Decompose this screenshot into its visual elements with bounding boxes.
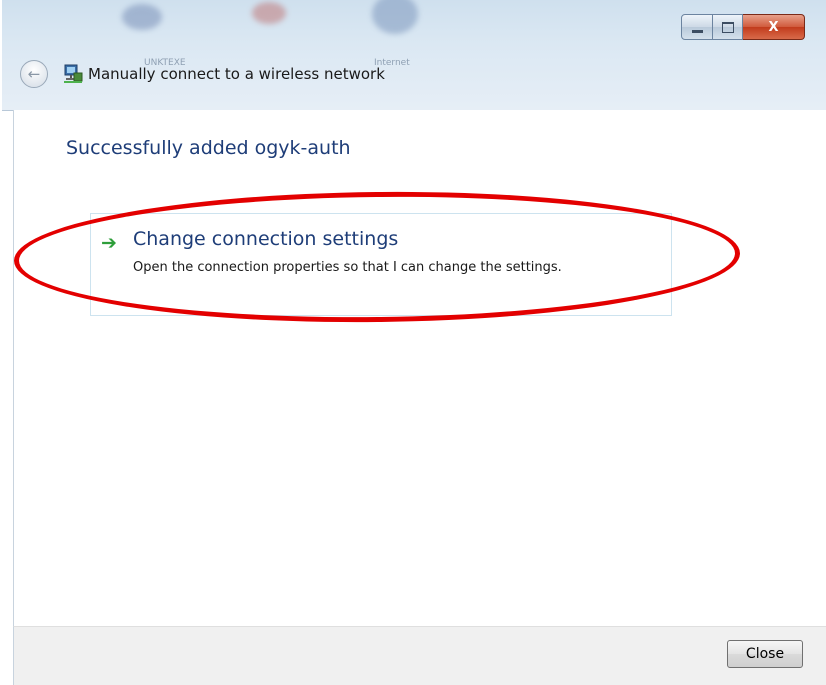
change-connection-settings-link[interactable]: ➔ Change connection settings Open the co… [90,213,672,316]
dialog-window: UNKTEXE Internet X ← Manually connect to… [2,0,826,685]
back-button[interactable]: ← [20,60,48,88]
option-description: Open the connection properties so that I… [133,260,562,275]
option-title: Change connection settings [133,228,399,250]
caption-buttons: X [681,14,805,40]
background-network-icon [122,4,162,30]
network-icon [64,64,83,83]
window-close-button[interactable]: X [743,14,805,40]
minimize-icon [691,29,703,33]
minimize-button[interactable] [681,14,713,40]
content-area: Successfully added ogyk-auth ➔ Change co… [13,110,826,626]
title-bar: UNKTEXE Internet X ← Manually connect to… [2,0,826,111]
background-globe-icon [372,0,418,34]
window-title: Manually connect to a wireless network [88,65,385,83]
dialog-footer: Close [13,626,826,685]
close-button[interactable]: Close [727,640,803,668]
close-icon: X [768,19,779,35]
green-arrow-icon: ➔ [101,232,117,254]
page-heading: Successfully added ogyk-auth [66,137,351,159]
back-arrow-icon: ← [27,65,41,83]
maximize-icon [721,21,734,33]
navigation-bar: ← Manually connect to a wireless network [20,60,385,88]
maximize-button[interactable] [713,14,743,40]
background-error-icon [252,2,286,24]
